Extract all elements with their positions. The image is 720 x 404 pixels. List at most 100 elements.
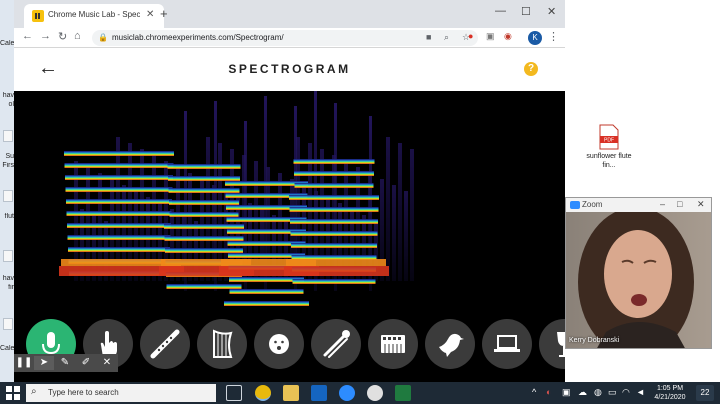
zoom-lens-icon[interactable]: ⌕ <box>444 32 449 43</box>
zoom-maximize-button[interactable]: □ <box>677 199 682 209</box>
spectrogram-band <box>294 171 374 176</box>
file-icon[interactable] <box>3 250 13 262</box>
zoom-close-button[interactable]: ✕ <box>697 199 705 210</box>
tray-overflow-icon[interactable]: ^ <box>532 387 536 397</box>
chrome-menu-icon[interactable]: ⋮ <box>548 30 559 43</box>
laptop-button[interactable] <box>482 319 532 369</box>
extension-cast-icon[interactable]: ◉ <box>504 31 512 42</box>
desktop-icon-label[interactable]: Firs <box>0 162 14 169</box>
spectrogram-band <box>164 224 244 229</box>
desktop-icon-label[interactable]: fir <box>0 284 14 291</box>
laptop-icon <box>494 335 520 352</box>
reload-icon[interactable]: ↻ <box>58 30 67 43</box>
spectrogram-band <box>169 200 239 205</box>
back-nav-icon[interactable]: ← <box>22 30 33 42</box>
face-icon <box>269 334 289 354</box>
close-window-button[interactable]: ✕ <box>547 5 556 18</box>
search-input[interactable]: Type here to search <box>48 388 119 397</box>
desktop-icon-label[interactable]: hav <box>0 92 14 99</box>
help-icon[interactable]: ? <box>524 62 538 76</box>
harp-button[interactable] <box>197 319 247 369</box>
desktop-icon-label[interactable]: Cale <box>0 345 14 352</box>
address-bar-row: ← → ↻ ⌂ 🔒 musiclab.chromeexperiments.com… <box>14 28 565 48</box>
spectrogram-band <box>65 187 173 192</box>
wine-glass-button[interactable] <box>539 319 565 369</box>
spectrogram-band <box>289 207 379 212</box>
itunes-icon[interactable] <box>367 385 383 401</box>
network-icon[interactable]: ▭ <box>608 387 617 398</box>
pause-icon[interactable]: ❚❚ <box>14 356 34 370</box>
spectrogram-band <box>67 235 171 240</box>
volume-icon[interactable]: ◄ <box>636 387 645 397</box>
screen-annotation-bar: ❚❚ ➤ ✎ ✐ ✕ <box>14 354 118 372</box>
windows-start-icon[interactable] <box>6 386 20 400</box>
taskbar-search-box[interactable]: ⌕ Type here to search <box>26 384 216 402</box>
spectrogram-band <box>168 176 240 181</box>
tray-app-icon[interactable]: ◐ <box>546 387 551 397</box>
extension-gray-icon[interactable]: ▣ <box>486 31 495 42</box>
zoom-minimize-button[interactable]: – <box>660 199 665 209</box>
highlighter-icon[interactable]: ✐ <box>76 356 96 370</box>
extension-red-icon[interactable]: ● <box>468 31 473 41</box>
desktop-icon-label[interactable]: Su <box>0 153 14 160</box>
close-annotation-icon[interactable]: ✕ <box>97 356 117 370</box>
zoom-logo-icon <box>570 201 580 209</box>
search-icon: ⌕ <box>31 386 37 397</box>
wine-glass-icon <box>557 332 565 357</box>
desktop-icon-label[interactable]: hav <box>0 275 14 282</box>
file-icon[interactable] <box>3 190 13 202</box>
url-text[interactable]: musiclab.chromeexperiments.com/Spectrogr… <box>112 33 284 42</box>
spectrogram-band <box>410 149 414 281</box>
spectrogram-app: ← SPECTROGRAM ? <box>14 48 565 382</box>
new-tab-button[interactable]: + <box>160 6 168 21</box>
tab-chrome-music-lab[interactable]: Chrome Music Lab - Spectro ✕ <box>24 4 164 28</box>
bird-button[interactable] <box>425 319 475 369</box>
omnibox[interactable]: 🔒 musiclab.chromeexperiments.com/Spectro… <box>92 30 478 46</box>
home-icon[interactable]: ⌂ <box>74 30 81 42</box>
spectrogram-band <box>166 284 242 289</box>
outlook-icon[interactable] <box>311 385 327 401</box>
desktop-icon-label[interactable]: Cale <box>0 40 14 47</box>
wifi-icon[interactable]: ◠ <box>622 387 630 398</box>
spectrogram-band <box>284 266 389 276</box>
desktop-icon-label[interactable]: ol <box>0 101 14 108</box>
notification-center-icon[interactable]: 22 <box>696 385 714 401</box>
page-title: SPECTROGRAM <box>228 62 351 76</box>
camera-icon[interactable]: ■ <box>426 32 431 42</box>
pointer-icon[interactable]: ➤ <box>34 356 54 370</box>
spectrogram-band <box>289 195 379 200</box>
maximize-button[interactable]: ☐ <box>521 5 531 18</box>
spectrogram-band <box>290 231 378 236</box>
minimize-button[interactable]: — <box>495 5 506 17</box>
voice-face-button[interactable] <box>254 319 304 369</box>
pen-icon[interactable]: ✎ <box>55 356 75 370</box>
synth-button[interactable] <box>368 319 418 369</box>
pdf-file-label[interactable]: sunflower flute fin... <box>580 152 638 170</box>
tab-close-icon[interactable]: ✕ <box>146 9 154 20</box>
spectrogram-band <box>165 248 243 253</box>
taskbar-clock[interactable]: 1:05 PM 4/21/2020 <box>650 384 690 402</box>
flute-icon <box>150 329 180 359</box>
file-icon[interactable] <box>3 130 13 142</box>
tray-app-icon[interactable]: ◍ <box>594 387 602 398</box>
forward-nav-icon[interactable]: → <box>40 30 51 42</box>
zoom-taskbar-icon[interactable] <box>339 385 355 401</box>
trombone-button[interactable] <box>311 319 361 369</box>
chrome-taskbar-icon[interactable] <box>255 385 271 401</box>
spectrogram-band <box>392 185 396 281</box>
file-explorer-icon[interactable] <box>283 385 299 401</box>
trombone-icon <box>323 330 350 358</box>
pdf-file-icon[interactable]: PDF <box>598 124 620 150</box>
tray-app-icon[interactable]: ▣ <box>562 387 571 398</box>
file-icon[interactable] <box>3 318 13 330</box>
lock-icon[interactable]: 🔒 <box>98 33 108 42</box>
spectrogram-visualization <box>14 91 565 311</box>
task-view-icon[interactable] <box>226 385 242 401</box>
onedrive-icon[interactable]: ☁ <box>578 387 587 398</box>
flute-button[interactable] <box>140 319 190 369</box>
excel-icon[interactable] <box>395 385 411 401</box>
zoom-title: Zoom <box>582 200 603 209</box>
desktop-icon-label[interactable]: flut <box>0 213 14 220</box>
profile-avatar[interactable]: K <box>528 31 542 45</box>
spectrogram-band <box>290 219 378 224</box>
